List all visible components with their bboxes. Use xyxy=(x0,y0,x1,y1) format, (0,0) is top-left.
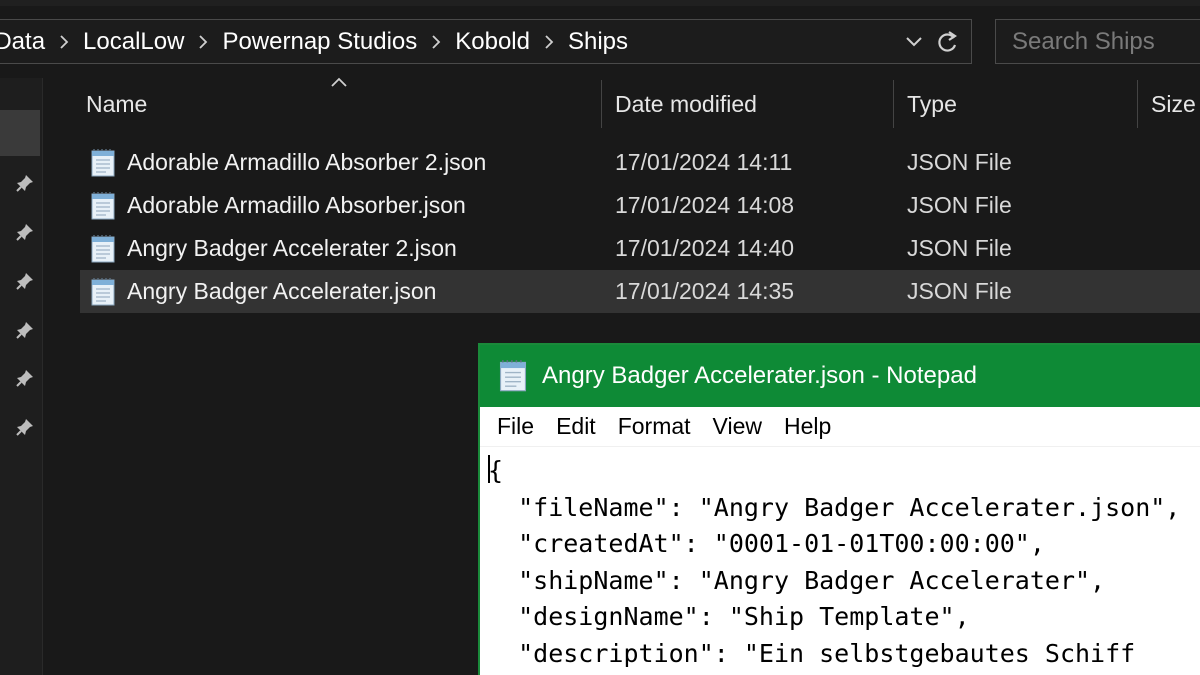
menu-help[interactable]: Help xyxy=(773,413,842,440)
menu-file[interactable]: File xyxy=(486,413,545,440)
file-name: Angry Badger Accelerater.json xyxy=(127,278,437,304)
notepad-menubar: File Edit Format View Help xyxy=(480,407,1200,447)
text-line: { xyxy=(488,456,504,485)
file-date: 17/01/2024 14:40 xyxy=(615,235,795,261)
breadcrumb: pData LocalLow Powernap Studios Kobold S… xyxy=(0,20,897,63)
column-header-size[interactable]: Size xyxy=(1151,80,1196,128)
text-line: "shipName": "Angry Badger Accelerater", xyxy=(488,565,1106,595)
refresh-icon[interactable] xyxy=(931,20,965,63)
notepad-file-icon xyxy=(91,277,115,305)
breadcrumb-item-powernap-studios[interactable]: Powernap Studios xyxy=(216,28,423,56)
breadcrumb-item-appdata[interactable]: pData xyxy=(0,28,51,56)
file-name: Adorable Armadillo Absorber 2.json xyxy=(127,149,487,175)
file-type: JSON File xyxy=(907,278,1012,304)
notepad-text-area[interactable]: { "fileName": "Angry Badger Accelerater.… xyxy=(480,447,1200,673)
chevron-right-icon[interactable] xyxy=(190,20,216,63)
notepad-file-icon xyxy=(91,191,115,219)
pin-icon[interactable] xyxy=(14,319,36,341)
file-row-selected[interactable]: Angry Badger Accelerater.json 17/01/2024… xyxy=(80,270,1200,313)
notepad-titlebar[interactable]: Angry Badger Accelerater.json - Notepad xyxy=(480,345,1200,407)
text-line: "designName": "Ship Template", xyxy=(488,602,970,632)
breadcrumb-item-kobold[interactable]: Kobold xyxy=(449,28,536,56)
column-separator[interactable] xyxy=(893,80,894,128)
file-name: Angry Badger Accelerater 2.json xyxy=(127,235,457,261)
pin-icon[interactable] xyxy=(14,367,36,389)
nav-item-selected[interactable] xyxy=(0,110,40,156)
file-row[interactable]: Adorable Armadillo Absorber.json 17/01/2… xyxy=(80,184,1200,227)
chevron-right-icon[interactable] xyxy=(51,20,77,63)
column-separator[interactable] xyxy=(601,80,602,128)
column-header-type[interactable]: Type xyxy=(907,80,957,128)
pin-icon[interactable] xyxy=(14,172,36,194)
text-line: "fileName": "Angry Badger Accelerater.js… xyxy=(488,492,1181,522)
menu-edit[interactable]: Edit xyxy=(545,413,607,440)
chevron-right-icon[interactable] xyxy=(423,20,449,63)
pin-icon[interactable] xyxy=(14,270,36,292)
file-date: 17/01/2024 14:08 xyxy=(615,192,795,218)
pin-icon[interactable] xyxy=(14,416,36,438)
window-top-strip xyxy=(0,0,1200,6)
file-type: JSON File xyxy=(907,235,1012,261)
column-header-date-modified[interactable]: Date modified xyxy=(615,80,757,128)
address-bar[interactable]: pData LocalLow Powernap Studios Kobold S… xyxy=(0,19,972,64)
menu-view[interactable]: View xyxy=(702,413,773,440)
notepad-window[interactable]: Angry Badger Accelerater.json - Notepad … xyxy=(478,343,1200,675)
notepad-title: Angry Badger Accelerater.json - Notepad xyxy=(542,362,977,389)
pin-icon[interactable] xyxy=(14,221,36,243)
breadcrumb-item-ships[interactable]: Ships xyxy=(562,28,634,56)
file-row[interactable]: Angry Badger Accelerater 2.json 17/01/20… xyxy=(80,227,1200,270)
notepad-app-icon xyxy=(499,360,527,392)
column-separator[interactable] xyxy=(1137,80,1138,128)
notepad-file-icon xyxy=(91,148,115,176)
dropdown-icon[interactable] xyxy=(897,20,931,63)
file-date: 17/01/2024 14:11 xyxy=(615,149,793,175)
text-line: "description": "Ein selbstgebautes Schif… xyxy=(488,638,1136,668)
file-type: JSON File xyxy=(907,192,1012,218)
notepad-file-icon xyxy=(91,234,115,262)
text-line: "createdAt": "0001-01-01T00:00:00", xyxy=(488,529,1045,559)
breadcrumb-item-locallow[interactable]: LocalLow xyxy=(77,28,190,56)
chevron-right-icon[interactable] xyxy=(536,20,562,63)
pane-divider[interactable] xyxy=(42,78,43,675)
search-input[interactable]: Search Ships xyxy=(995,19,1200,64)
column-header-name[interactable]: Name xyxy=(86,80,147,128)
file-name: Adorable Armadillo Absorber.json xyxy=(127,192,466,218)
menu-format[interactable]: Format xyxy=(607,413,702,440)
file-row[interactable]: Adorable Armadillo Absorber 2.json 17/01… xyxy=(80,141,1200,184)
file-date: 17/01/2024 14:35 xyxy=(615,278,795,304)
file-type: JSON File xyxy=(907,149,1012,175)
sort-up-icon xyxy=(331,77,347,87)
search-placeholder: Search Ships xyxy=(1012,27,1155,55)
